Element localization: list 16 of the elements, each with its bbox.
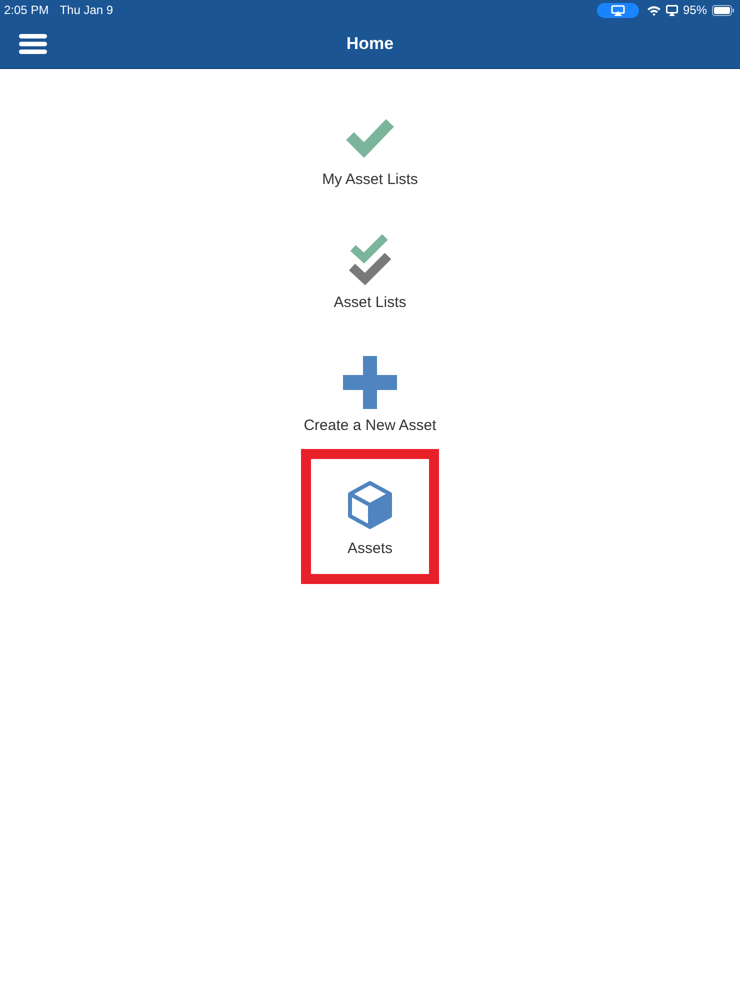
menu-icon: [19, 34, 47, 54]
menu-button[interactable]: [19, 34, 47, 54]
page-title: Home: [346, 34, 394, 53]
battery-percent: 95%: [682, 3, 707, 17]
menu-tile[interactable]: Create a New Asset: [304, 353, 436, 435]
screen-mirroring-icon: [666, 4, 678, 16]
cube-icon: [347, 480, 393, 530]
menu-tile[interactable]: My Asset Lists: [322, 107, 418, 189]
status-time: 2:05 PM: [4, 3, 49, 17]
battery-icon: [712, 4, 734, 16]
screen-share-icon: [596, 2, 639, 18]
menu-tile[interactable]: Assets: [301, 449, 439, 584]
plus-icon: [343, 356, 397, 408]
menu-tile[interactable]: Asset Lists: [334, 230, 406, 312]
wifi-icon: [646, 4, 661, 16]
status-date: Thu Jan 9: [60, 3, 114, 17]
